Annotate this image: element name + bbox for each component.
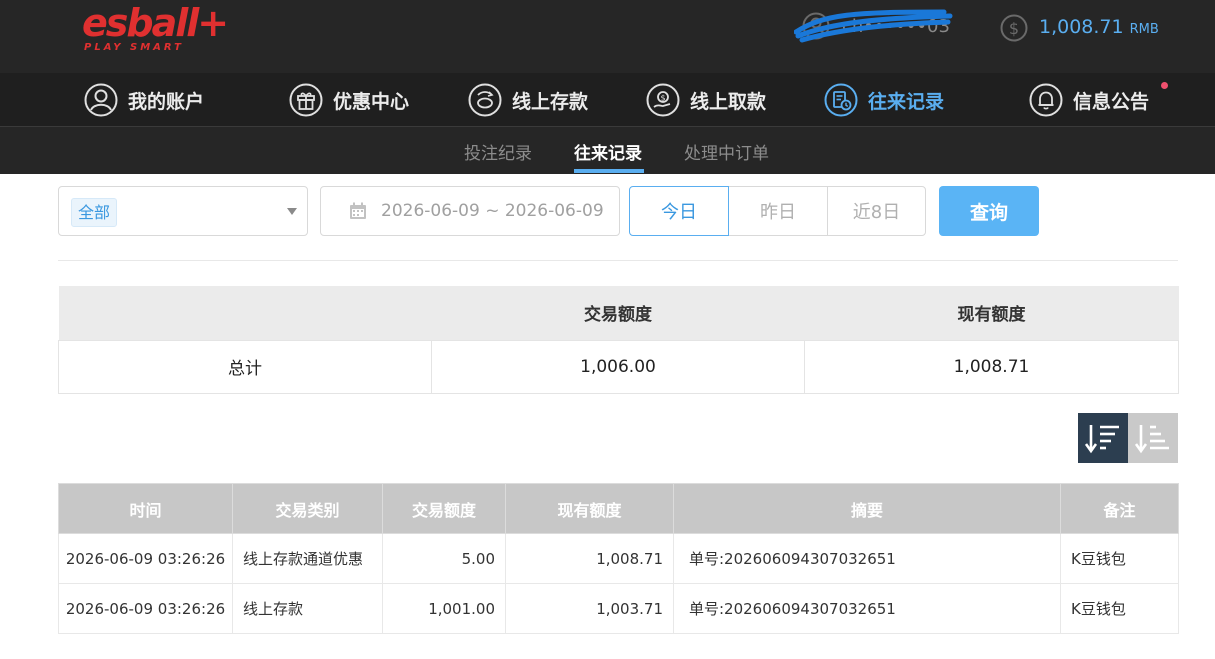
cell-type: 线上存款 — [232, 583, 383, 634]
top-bar: esball+ PLAY SMART ch••••••03 $ 1,008.71… — [0, 0, 1215, 73]
deposit-icon — [468, 83, 502, 117]
summary-header-balance: 现有额度 — [804, 286, 1179, 340]
col-header-amount[interactable]: 交易额度 — [382, 483, 506, 534]
summary-total-balance: 1,008.71 — [804, 339, 1179, 394]
date-range-picker[interactable]: 2026-06-09 ~ 2026-06-09 — [320, 186, 620, 236]
nav-label: 我的账户 — [128, 90, 205, 113]
nav-announcements[interactable]: 信息公告 — [1029, 81, 1149, 119]
summary-header-empty — [58, 286, 432, 340]
user-account[interactable]: ch••••••03 — [794, 9, 970, 44]
cell-remark: K豆钱包 — [1060, 583, 1179, 634]
table-row[interactable]: 2026-06-09 03:26:26 线上存款通道优惠 5.00 1,008.… — [58, 533, 1179, 584]
cell-amount: 1,001.00 — [382, 583, 506, 634]
nav-withdraw[interactable]: $ 线上取款 — [646, 81, 766, 119]
col-header-summary[interactable]: 摘要 — [673, 483, 1061, 534]
cell-balance: 1,008.71 — [505, 533, 674, 584]
quick-yesterday-button[interactable]: 昨日 — [728, 186, 828, 236]
brand-logo[interactable]: esball+ PLAY SMART — [82, 1, 229, 58]
sort-descending-button[interactable] — [1078, 413, 1128, 463]
cell-time: 2026-06-09 03:26:26 — [58, 533, 233, 584]
sort-descending-icon — [1085, 425, 1119, 454]
redaction-scribble — [794, 9, 953, 43]
summary-header-row: 交易额度 现有额度 — [58, 286, 1179, 340]
cell-time: 2026-06-09 03:26:26 — [58, 583, 233, 634]
calendar-icon — [350, 202, 366, 219]
cell-remark: K豆钱包 — [1060, 533, 1179, 584]
quick-last8days-button[interactable]: 近8日 — [827, 186, 926, 236]
caret-down-icon — [287, 208, 297, 215]
sort-ascending-button[interactable] — [1128, 413, 1178, 463]
active-tab-indicator — [574, 169, 644, 173]
subtab-bet-records[interactable]: 投注纪录 — [464, 139, 532, 164]
notification-dot — [1161, 82, 1168, 89]
sub-nav: 投注纪录 往来记录 处理中订单 — [0, 127, 1215, 174]
nav-label: 信息公告 — [1073, 90, 1150, 113]
col-header-time[interactable]: 时间 — [58, 483, 233, 534]
svg-text:$: $ — [660, 94, 665, 103]
records-header-row: 时间 交易类别 交易额度 现有额度 摘要 备注 — [58, 483, 1179, 534]
summary-header-amount: 交易额度 — [431, 286, 805, 340]
query-button[interactable]: 查询 — [939, 186, 1039, 236]
nav-label: 往来记录 — [868, 90, 945, 113]
cell-summary: 单号:202606094307032651 — [673, 583, 1061, 634]
logo-text: esball+ — [82, 1, 229, 45]
records-table: 时间 交易类别 交易额度 现有额度 摘要 备注 2026-06-09 03:26… — [58, 483, 1179, 634]
cell-type: 线上存款通道优惠 — [232, 533, 383, 584]
svg-text:$: $ — [1009, 19, 1019, 38]
date-range-value: 2026-06-09 ~ 2026-06-09 — [381, 201, 604, 221]
summary-total-label: 总计 — [58, 339, 432, 394]
main-nav: 我的账户 优惠中心 线上存款 $ 线上取款 往来记录 信息公告 — [0, 73, 1215, 127]
balance-currency: RMB — [1129, 22, 1159, 37]
account-balance: 1,008.71 RMB — [1039, 16, 1159, 38]
user-circle-icon — [84, 83, 118, 117]
subtab-transaction-records[interactable]: 往来记录 — [574, 139, 642, 164]
summary-table: 交易额度 现有额度 总计 1,006.00 1,008.71 — [58, 286, 1179, 394]
bell-icon — [1029, 83, 1063, 117]
col-header-remark[interactable]: 备注 — [1060, 483, 1179, 534]
cell-amount: 5.00 — [382, 533, 506, 584]
records-icon — [824, 83, 858, 117]
logo-tagline: PLAY SMART — [84, 42, 184, 53]
summary-total-row: 总计 1,006.00 1,008.71 — [58, 339, 1179, 394]
nav-label: 线上取款 — [690, 90, 767, 113]
nav-my-account[interactable]: 我的账户 — [84, 81, 204, 119]
cell-summary: 单号:202606094307032651 — [673, 533, 1061, 584]
col-header-type[interactable]: 交易类别 — [232, 483, 383, 534]
nav-promotions[interactable]: 优惠中心 — [289, 81, 409, 119]
table-row[interactable]: 2026-06-09 03:26:26 线上存款 1,001.00 1,003.… — [58, 583, 1179, 634]
dollar-icon: $ — [1000, 14, 1028, 42]
summary-total-amount: 1,006.00 — [431, 339, 805, 394]
nav-transaction-records[interactable]: 往来记录 — [824, 81, 944, 119]
col-header-balance[interactable]: 现有额度 — [505, 483, 674, 534]
cell-balance: 1,003.71 — [505, 583, 674, 634]
nav-label: 线上存款 — [512, 90, 589, 113]
subtab-pending-orders[interactable]: 处理中订单 — [684, 139, 769, 164]
gift-icon — [289, 83, 323, 117]
sort-ascending-icon — [1135, 425, 1169, 454]
quick-today-button[interactable]: 今日 — [629, 186, 729, 236]
balance-amount: 1,008.71 — [1039, 16, 1124, 38]
withdraw-icon: $ — [646, 83, 680, 117]
divider — [58, 260, 1178, 261]
selected-type-tag: 全部 — [71, 198, 118, 227]
nav-deposit[interactable]: 线上存款 — [468, 81, 588, 119]
transaction-type-select[interactable]: 全部 — [58, 186, 308, 236]
nav-label: 优惠中心 — [333, 90, 410, 113]
